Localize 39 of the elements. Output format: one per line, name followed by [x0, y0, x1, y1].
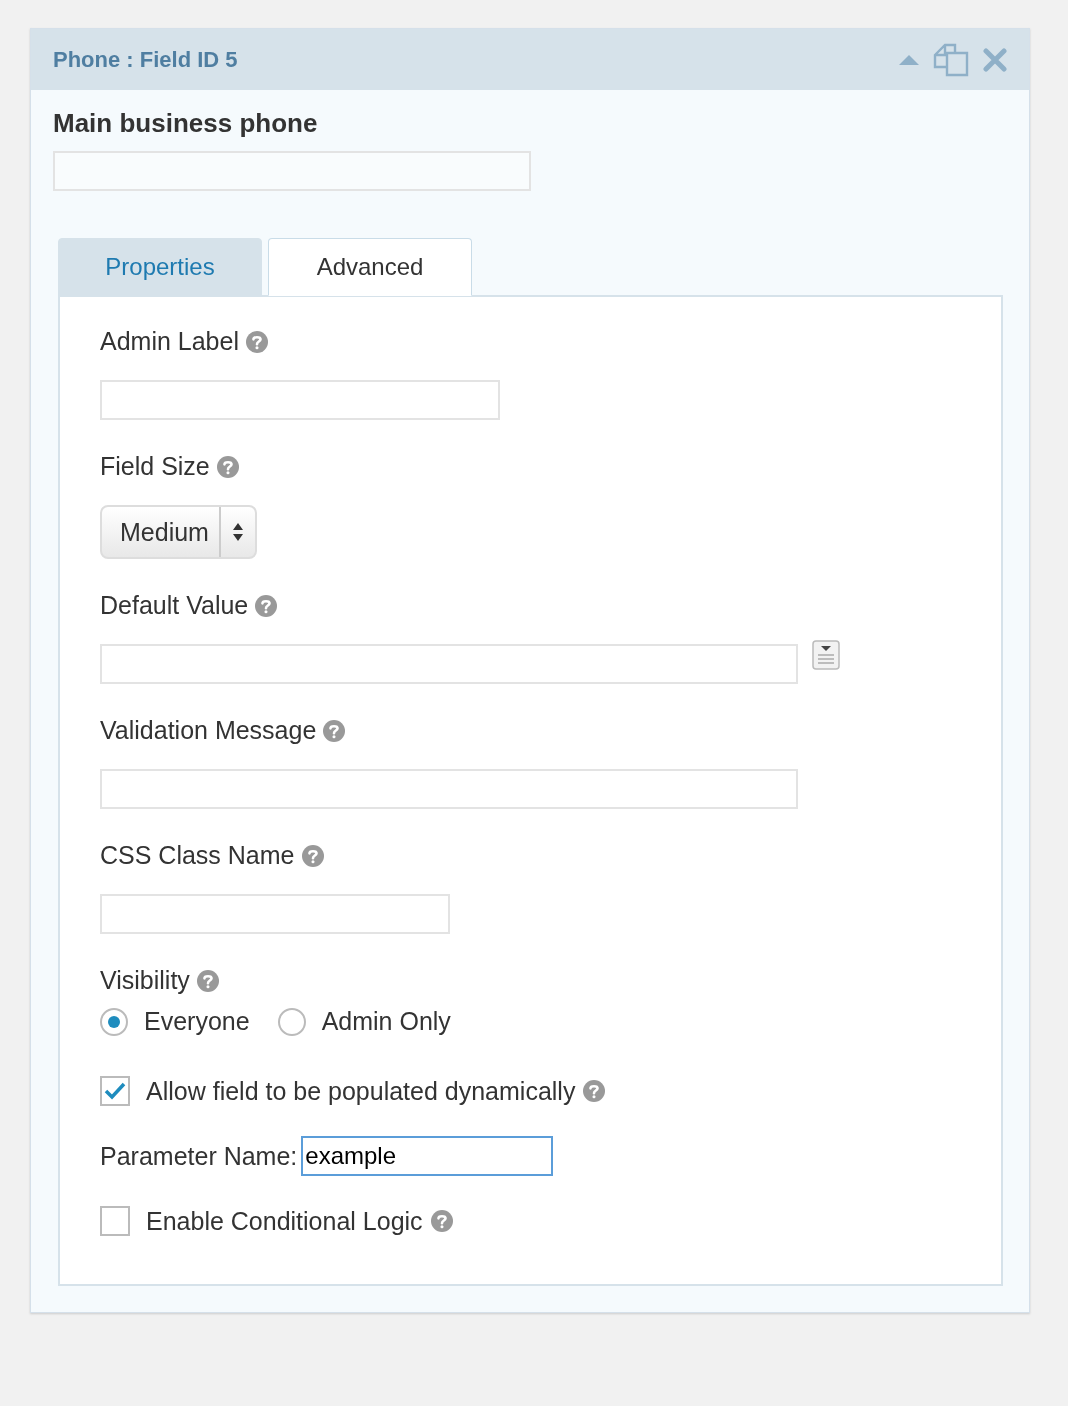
setting-label: Validation Message: [100, 716, 317, 745]
setting-label: Field Size: [100, 452, 210, 481]
setting-label: Admin Label: [100, 327, 239, 356]
radio-button[interactable]: [277, 1007, 306, 1036]
help-icon[interactable]: [216, 455, 239, 478]
help-icon[interactable]: [430, 1210, 453, 1232]
close-icon[interactable]: [983, 47, 1007, 72]
text-input[interactable]: [100, 380, 500, 420]
text-input[interactable]: [100, 894, 450, 934]
setting-label: CSS Class Name: [100, 841, 295, 870]
help-icon[interactable]: [196, 969, 219, 992]
text-input[interactable]: [100, 769, 798, 809]
field-label: Main business phone: [53, 108, 319, 139]
parameter-label: Parameter Name:: [100, 1141, 298, 1171]
parameter-input[interactable]: example: [301, 1136, 554, 1176]
tab[interactable]: Properties: [58, 238, 262, 296]
help-icon[interactable]: [583, 1080, 606, 1102]
checkbox[interactable]: [100, 1076, 130, 1106]
setting-label: Default Value: [100, 591, 249, 620]
text-input[interactable]: [100, 644, 798, 684]
label-input[interactable]: [53, 151, 531, 191]
checkbox[interactable]: [100, 1206, 130, 1236]
radio-button[interactable]: [100, 1007, 128, 1036]
help-icon[interactable]: [301, 844, 324, 867]
help-icon[interactable]: [323, 719, 346, 742]
help-icon[interactable]: [255, 594, 278, 617]
collapse-icon[interactable]: [899, 53, 919, 66]
size-dropdown[interactable]: Medium: [100, 505, 257, 559]
checkbox-label: Enable Conditional Logic: [146, 1206, 423, 1236]
merge-tag-icon[interactable]: [812, 640, 840, 670]
checkbox-label: Allow field to be populated dynamically: [146, 1076, 576, 1106]
duplicate-icon[interactable]: [933, 42, 969, 77]
setting-label: Visibility: [100, 966, 190, 995]
option-label: Admin Only: [321, 1007, 451, 1036]
panel-title: Phone : Field ID 5: [53, 46, 238, 73]
updown-arrows-icon: [230, 521, 245, 543]
help-icon[interactable]: [246, 330, 268, 353]
tab[interactable]: Advanced: [268, 238, 472, 296]
option-label: Everyone: [144, 1007, 250, 1036]
